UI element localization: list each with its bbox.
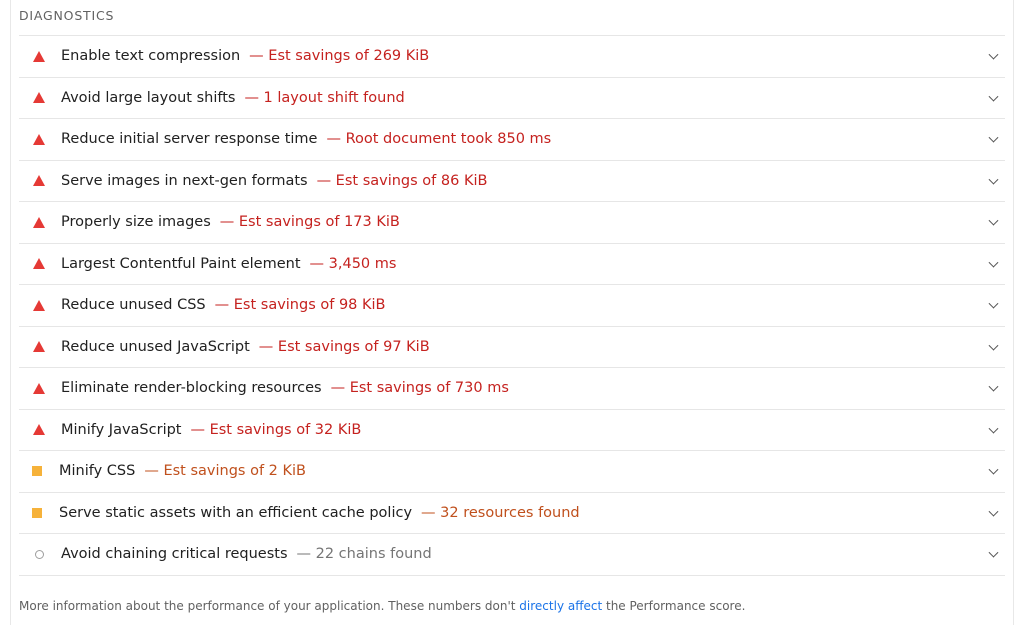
- audit-item[interactable]: Serve static assets with an efficient ca…: [19, 493, 1005, 534]
- fail-triangle-icon: [33, 258, 45, 270]
- audit-title: Properly size images: [61, 214, 211, 231]
- audit-item[interactable]: Serve images in next-gen formats — Est s…: [19, 161, 1005, 202]
- fail-triangle-icon: [33, 424, 45, 436]
- fail-triangle-icon: [33, 341, 45, 353]
- audit-title: Reduce unused CSS: [61, 297, 206, 314]
- audit-detail: — 3,450 ms: [309, 255, 397, 272]
- chevron-down-icon[interactable]: [988, 174, 999, 185]
- audit-detail: — Est savings of 269 KiB: [249, 48, 430, 65]
- chevron-down-icon[interactable]: [988, 381, 999, 392]
- audit-title: Minify JavaScript: [61, 421, 182, 438]
- audit-list: Enable text compression — Est savings of…: [19, 35, 1005, 576]
- chevron-down-icon[interactable]: [988, 298, 999, 309]
- directly-affect-link[interactable]: directly affect: [519, 599, 602, 613]
- audit-title: Enable text compression: [61, 48, 241, 65]
- audit-item[interactable]: Enable text compression — Est savings of…: [19, 36, 1005, 78]
- audit-title: Avoid chaining critical requests: [61, 546, 288, 563]
- audit-detail: — Est savings of 173 KiB: [219, 214, 400, 231]
- audit-detail: — 22 chains found: [296, 546, 432, 563]
- footer-text-before: More information about the performance o…: [19, 599, 520, 613]
- chevron-down-icon[interactable]: [988, 49, 999, 60]
- chevron-down-icon[interactable]: [988, 257, 999, 268]
- audit-item[interactable]: Minify CSS — Est savings of 2 KiB: [19, 451, 1005, 493]
- average-square-icon: [32, 466, 42, 477]
- fail-triangle-icon: [33, 382, 45, 394]
- fail-triangle-icon: [33, 92, 45, 104]
- footer-text-after: the Performance score.: [602, 599, 746, 613]
- audit-item[interactable]: Minify JavaScript — Est savings of 32 Ki…: [19, 410, 1005, 451]
- audit-detail: — Est savings of 86 KiB: [316, 172, 488, 189]
- audit-title: Serve images in next-gen formats: [61, 172, 308, 189]
- audit-title: Minify CSS: [59, 463, 136, 480]
- audit-title: Largest Contentful Paint element: [61, 255, 301, 272]
- audit-detail: — 32 resources found: [421, 504, 580, 521]
- fail-triangle-icon: [33, 175, 45, 187]
- footer-note: More information about the performance o…: [19, 599, 745, 613]
- section-title: DIAGNOSTICS: [19, 8, 115, 23]
- chevron-down-icon[interactable]: [988, 423, 999, 434]
- audit-title: Reduce unused JavaScript: [61, 338, 250, 355]
- chevron-down-icon[interactable]: [988, 215, 999, 226]
- audit-title: Avoid large layout shifts: [61, 89, 236, 106]
- audit-item[interactable]: Reduce initial server response time — Ro…: [19, 119, 1005, 161]
- audit-item[interactable]: Largest Contentful Paint element — 3,450…: [19, 244, 1005, 285]
- audit-title: Eliminate render-blocking resources: [61, 380, 322, 397]
- chevron-down-icon[interactable]: [988, 132, 999, 143]
- audit-item[interactable]: Eliminate render-blocking resources — Es…: [19, 368, 1005, 410]
- fail-triangle-icon: [33, 133, 45, 145]
- audit-title: Serve static assets with an efficient ca…: [59, 504, 413, 521]
- chevron-down-icon[interactable]: [988, 464, 999, 475]
- fail-triangle-icon: [33, 216, 45, 228]
- audit-item[interactable]: Reduce unused CSS — Est savings of 98 Ki…: [19, 285, 1005, 327]
- audit-detail: — Est savings of 32 KiB: [190, 421, 362, 438]
- informative-circle-icon: [34, 549, 44, 559]
- average-square-icon: [32, 507, 42, 518]
- audit-item[interactable]: Reduce unused JavaScript — Est savings o…: [19, 327, 1005, 368]
- fail-triangle-icon: [33, 50, 45, 62]
- audit-detail: — Root document took 850 ms: [326, 131, 552, 148]
- fail-triangle-icon: [33, 299, 45, 311]
- audit-detail: — Est savings of 730 ms: [330, 380, 509, 397]
- chevron-down-icon[interactable]: [988, 547, 999, 558]
- audit-detail: — Est savings of 97 KiB: [258, 338, 430, 355]
- audit-item[interactable]: Avoid chaining critical requests — 22 ch…: [19, 534, 1005, 576]
- chevron-down-icon[interactable]: [988, 91, 999, 102]
- diagnostics-panel: DIAGNOSTICS Enable text compression — Es…: [10, 0, 1014, 625]
- audit-item[interactable]: Avoid large layout shifts — 1 layout shi…: [19, 78, 1005, 119]
- audit-detail: — 1 layout shift found: [244, 89, 405, 106]
- audit-detail: — Est savings of 98 KiB: [214, 297, 386, 314]
- chevron-down-icon[interactable]: [988, 506, 999, 517]
- audit-item[interactable]: Properly size images — Est savings of 17…: [19, 202, 1005, 244]
- chevron-down-icon[interactable]: [988, 340, 999, 351]
- audit-detail: — Est savings of 2 KiB: [144, 463, 306, 480]
- audit-title: Reduce initial server response time: [61, 131, 318, 148]
